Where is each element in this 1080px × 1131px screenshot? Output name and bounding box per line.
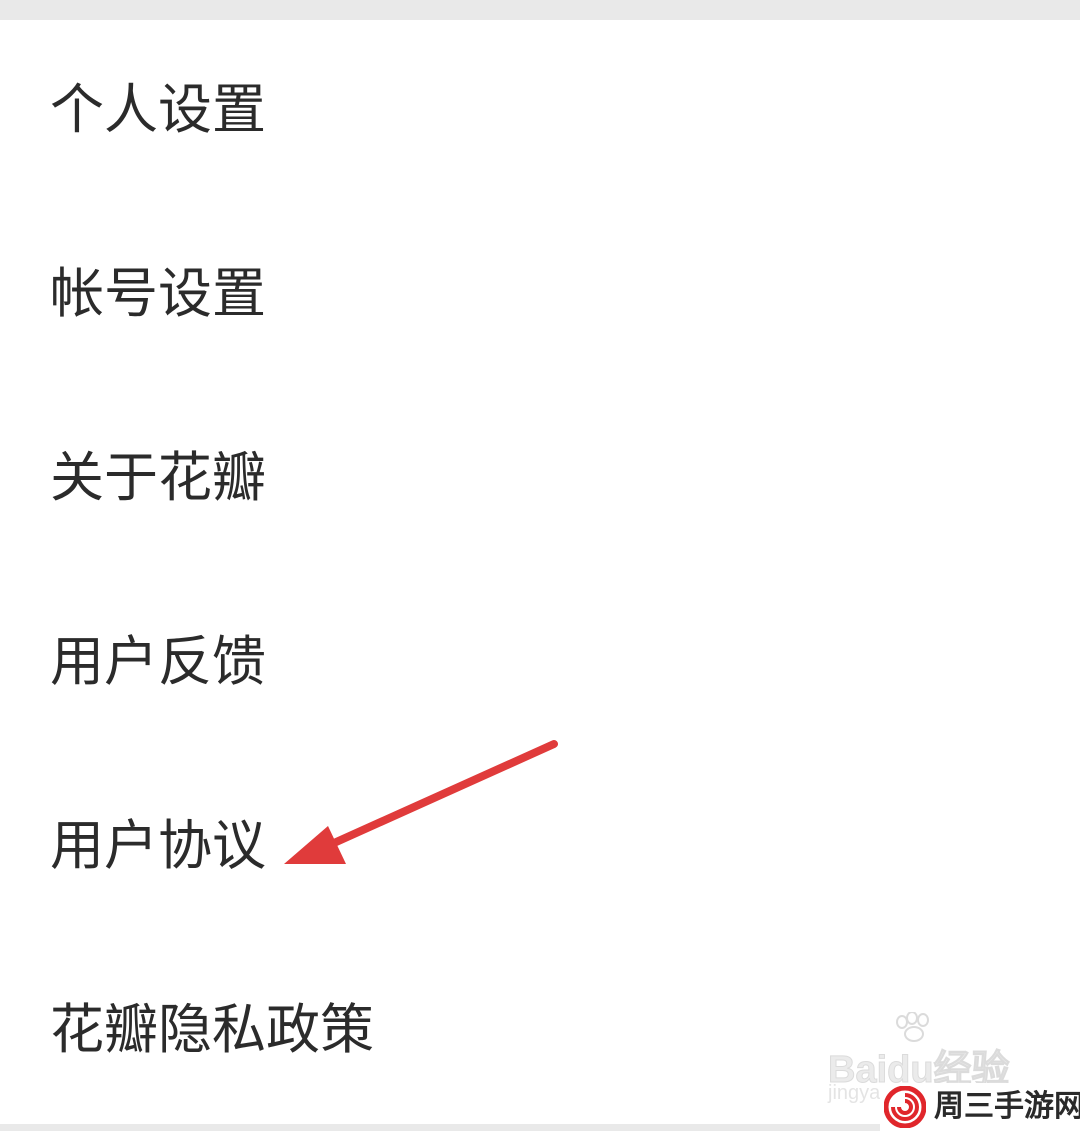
menu-item-label: 个人设置: [50, 78, 266, 141]
menu-item-account-settings[interactable]: 帐号设置: [0, 204, 1080, 388]
settings-menu: 个人设置 帐号设置 关于花瓣 用户反馈 用户协议 花瓣隐私政策: [0, 20, 1080, 1124]
site-badge: 周三手游网: [880, 1083, 1080, 1131]
menu-item-about[interactable]: 关于花瓣: [0, 388, 1080, 572]
menu-item-label: 花瓣隐私政策: [50, 998, 374, 1061]
menu-item-label: 用户协议: [50, 814, 266, 877]
spiral-logo-icon: [884, 1086, 926, 1128]
menu-item-label: 帐号设置: [50, 262, 266, 325]
red-arrow-icon: [284, 740, 558, 864]
badge-text: 周三手游网: [934, 1089, 1080, 1124]
top-divider: [0, 0, 1080, 20]
menu-item-personal-settings[interactable]: 个人设置: [0, 20, 1080, 204]
menu-item-label: 用户反馈: [50, 630, 266, 693]
menu-item-feedback[interactable]: 用户反馈: [0, 572, 1080, 756]
menu-item-label: 关于花瓣: [50, 446, 266, 509]
